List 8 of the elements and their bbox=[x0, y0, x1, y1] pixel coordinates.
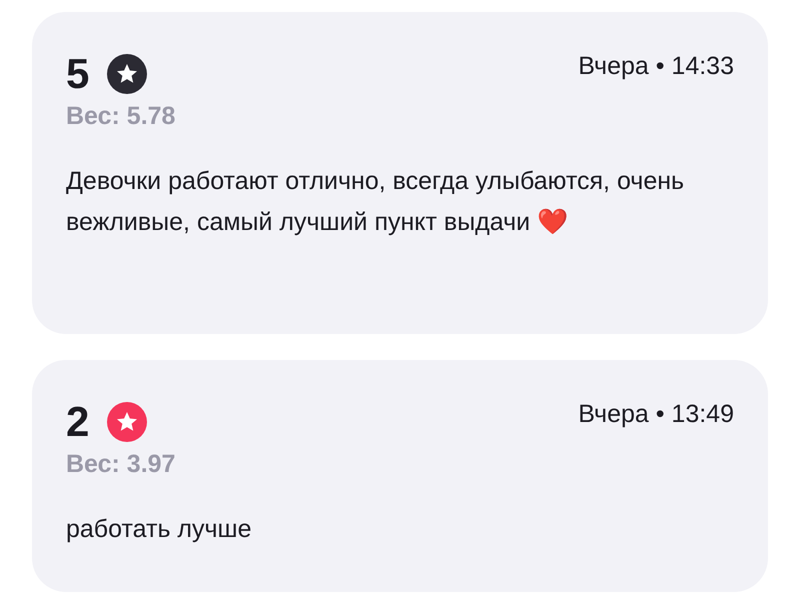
review-time: Вчера • 13:49 bbox=[578, 400, 734, 429]
review-text: работать лучше bbox=[66, 514, 252, 545]
rating-value: 2 bbox=[66, 398, 90, 446]
review-time: Вчера • 14:33 bbox=[578, 52, 734, 81]
rating-value: 5 bbox=[66, 50, 90, 98]
review-weight: Вес: 3.97 bbox=[66, 450, 176, 479]
review-weight: Вес: 5.78 bbox=[66, 102, 176, 131]
review-text: Девочки работают отлично, всегда улыбаются, очень вежливые, самый лучший пункт выдачи ❤ bbox=[66, 166, 686, 238]
